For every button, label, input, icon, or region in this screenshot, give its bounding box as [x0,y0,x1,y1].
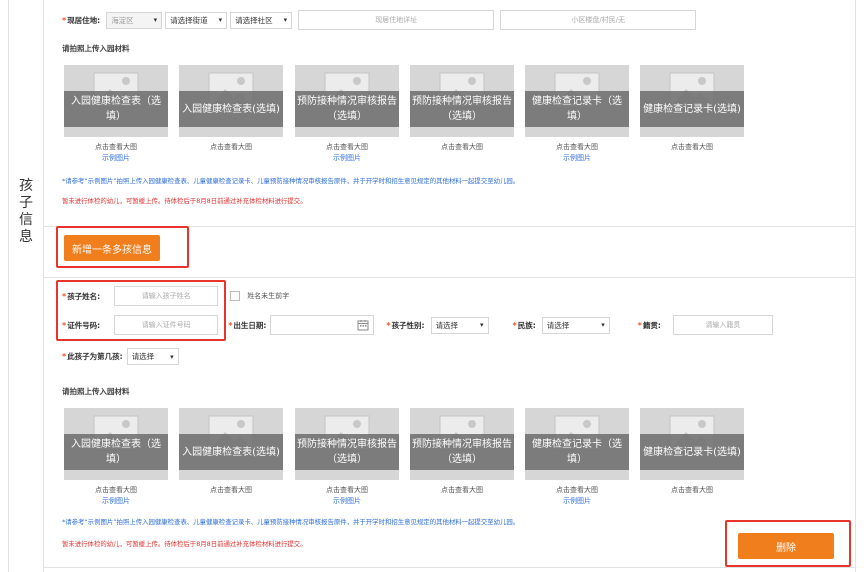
view-large-link[interactable]: 点击查看大图 [210,143,252,151]
building-input[interactable]: 小区楼盘/村民/无 [500,10,697,30]
example-image-link[interactable]: 示例图片 [295,496,399,507]
upload-caption: 点击查看大图示例图片 [64,485,168,507]
gender-label: 孩子性别: [391,320,425,330]
upload-caption: 点击查看大图示例图片 [525,142,629,164]
section-label: 孩子信息 [19,178,33,245]
upload-label: 健康检查记录卡(选填) [640,434,744,470]
view-large-link[interactable]: 点击查看大图 [441,143,483,151]
example-image-link[interactable]: 示例图片 [64,153,168,164]
upload-caption: 点击查看大图示例图片 [295,485,399,507]
chevron-down-icon: ▾ [153,16,158,24]
upload-thumbnail[interactable]: 预防接种情况审核报告（选填） [410,65,514,137]
birth-label: 出生日期: [233,320,267,330]
order-label: 此孩子为第几孩: [67,352,123,361]
upload-label: 预防接种情况审核报告（选填） [295,434,399,470]
ethnic-label: 民族: [517,320,536,330]
residence-row: * 现居住地: 海淀区 ▾ 请选择街道 ▾ 请选择社区 ▾ 现居住地详址 小区楼盘/村… [62,10,697,30]
upload-note: *请参考“示例图片”拍照上传入园健康检查表、儿童健康检查记录卡、儿童预防接种情况… [62,177,520,185]
upload-title: 请拍照上传入园材料 [62,44,130,53]
upload-thumbnail[interactable]: 预防接种情况审核报告（选填） [295,408,399,480]
upload-thumbnail[interactable]: 健康检查记录卡(选填) [640,408,744,480]
gender-select[interactable]: 请选择 ▾ [430,316,489,334]
upload-warning: 暂未进行体检的幼儿，可暂缓上传。待体检后于8月8日前通过补充体检材料进行提交。 [62,197,307,205]
highlight-box [56,280,226,341]
upload-label: 预防接种情况审核报告（选填） [410,434,514,470]
upload-label: 预防接种情况审核报告（选填） [410,91,514,127]
upload-caption: 点击查看大图 [179,485,283,496]
upload-thumbnail[interactable]: 入园健康检查表(选填) [179,408,283,480]
view-large-link[interactable]: 点击查看大图 [671,143,713,151]
divider [44,277,856,278]
chevron-down-icon: ▾ [170,352,174,361]
upload-thumbnail[interactable]: 预防接种情况审核报告（选填） [410,408,514,480]
chevron-down-icon: ▾ [218,16,223,24]
native-label: 籍贯: [642,320,661,330]
ethnic-select[interactable]: 请选择 ▾ [541,316,610,334]
calendar-icon [357,320,369,331]
no-name-checkbox[interactable] [230,291,241,301]
highlight-box [725,520,851,567]
divider [44,567,856,568]
example-image-link[interactable]: 示例图片 [525,153,629,164]
upload-thumbnail[interactable]: 健康检查记录卡（选填） [525,408,629,480]
upload-thumbnail[interactable]: 入园健康检查表（选填） [64,65,168,137]
view-large-link[interactable]: 点击查看大图 [95,143,137,151]
view-large-link[interactable]: 点击查看大图 [326,143,368,151]
order-select[interactable]: 请选择 ▾ [126,348,179,365]
upload-caption: 点击查看大图示例图片 [295,142,399,164]
upload-thumbnail[interactable]: 健康检查记录卡(选填) [640,65,744,137]
example-image-link[interactable]: 示例图片 [525,496,629,507]
upload-caption: 点击查看大图 [640,485,744,496]
upload-label: 入园健康检查表(选填) [179,434,283,470]
residence-label: 现居住地: [67,15,101,25]
upload-label: 健康检查记录卡(选填) [640,91,744,127]
upload-caption: 点击查看大图 [640,142,744,153]
chevron-down-icon: ▾ [601,321,605,329]
upload-caption: 点击查看大图示例图片 [64,142,168,164]
chevron-down-icon: ▾ [480,321,484,329]
upload-thumbnail[interactable]: 入园健康检查表(选填) [179,65,283,137]
upload-label: 预防接种情况审核报告（选填） [295,91,399,127]
view-large-link[interactable]: 点击查看大图 [210,486,252,494]
upload-caption: 点击查看大图示例图片 [525,485,629,507]
upload-label: 入园健康检查表（选填） [64,91,168,127]
upload-label: 健康检查记录卡（选填） [525,91,629,127]
upload-caption: 点击查看大图 [410,142,514,153]
view-large-link[interactable]: 点击查看大图 [556,486,598,494]
view-large-link[interactable]: 点击查看大图 [441,486,483,494]
example-image-link[interactable]: 示例图片 [295,153,399,164]
upload-label: 健康检查记录卡（选填） [525,434,629,470]
address-input[interactable]: 现居住地详址 [298,10,495,30]
side-column [8,0,44,572]
upload-note: *请参考“示例图片”拍照上传入园健康检查表、儿童健康检查记录卡、儿童预防接种情况… [62,518,520,526]
view-large-link[interactable]: 点击查看大图 [556,143,598,151]
child-order-row: * 此孩子为第几孩: 请选择 ▾ [62,348,179,365]
no-name-label: 姓名未生前字 [247,292,290,300]
birth-date-input[interactable] [270,315,375,335]
upload-thumbnail[interactable]: 健康检查记录卡（选填） [525,65,629,137]
upload-title: 请拍照上传入园材料 [62,387,130,396]
district-select[interactable]: 海淀区 ▾ [106,11,163,29]
example-image-link[interactable]: 示例图片 [64,496,168,507]
upload-label: 入园健康检查表（选填） [64,434,168,470]
view-large-link[interactable]: 点击查看大图 [326,486,368,494]
view-large-link[interactable]: 点击查看大图 [671,486,713,494]
view-large-link[interactable]: 点击查看大图 [95,486,137,494]
upload-warning: 暂未进行体检的幼儿，可暂缓上传。待体检后于8月8日前通过补充体检材料进行提交。 [62,540,307,548]
community-select[interactable]: 请选择社区 ▾ [230,11,293,29]
upload-thumbnail[interactable]: 预防接种情况审核报告（选填） [295,65,399,137]
street-select[interactable]: 请选择街道 ▾ [165,11,228,29]
native-input[interactable]: 请输入籍贯 [672,315,773,335]
chevron-down-icon: ▾ [283,16,288,24]
highlight-box [56,226,189,268]
upload-caption: 点击查看大图 [179,142,283,153]
upload-thumbnail[interactable]: 入园健康检查表（选填） [64,408,168,480]
upload-caption: 点击查看大图 [410,485,514,496]
upload-label: 入园健康检查表(选填) [179,91,283,127]
